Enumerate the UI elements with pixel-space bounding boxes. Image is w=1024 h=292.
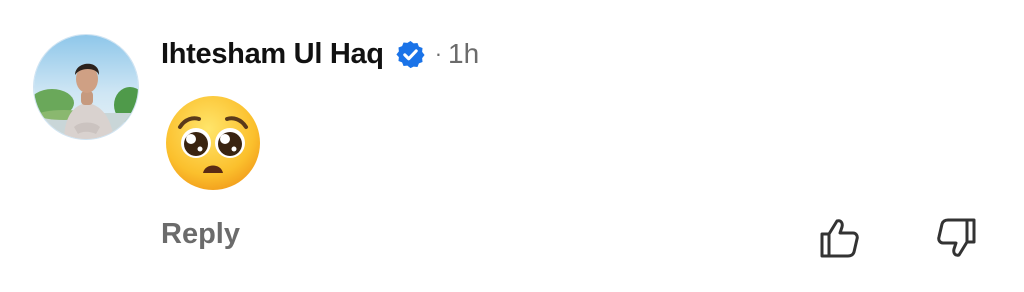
dislike-button[interactable] xyxy=(935,216,979,260)
thumbs-down-icon xyxy=(937,218,976,257)
pleading-face-emoji xyxy=(163,93,263,193)
reply-button[interactable]: Reply xyxy=(161,218,240,251)
thumbs-up-icon xyxy=(820,219,859,258)
verified-badge-icon xyxy=(395,39,426,70)
meta-separator: · xyxy=(434,41,443,66)
avatar-image xyxy=(34,35,138,139)
avatar[interactable] xyxy=(33,34,139,140)
timestamp: 1h xyxy=(448,38,480,69)
author-name[interactable]: Ihtesham Ul Haq xyxy=(161,38,384,71)
comment-header: Ihtesham Ul Haq · 1h xyxy=(161,34,479,74)
like-button[interactable] xyxy=(817,216,861,260)
comment: Ihtesham Ul Haq · 1h Reply xyxy=(0,0,1024,292)
